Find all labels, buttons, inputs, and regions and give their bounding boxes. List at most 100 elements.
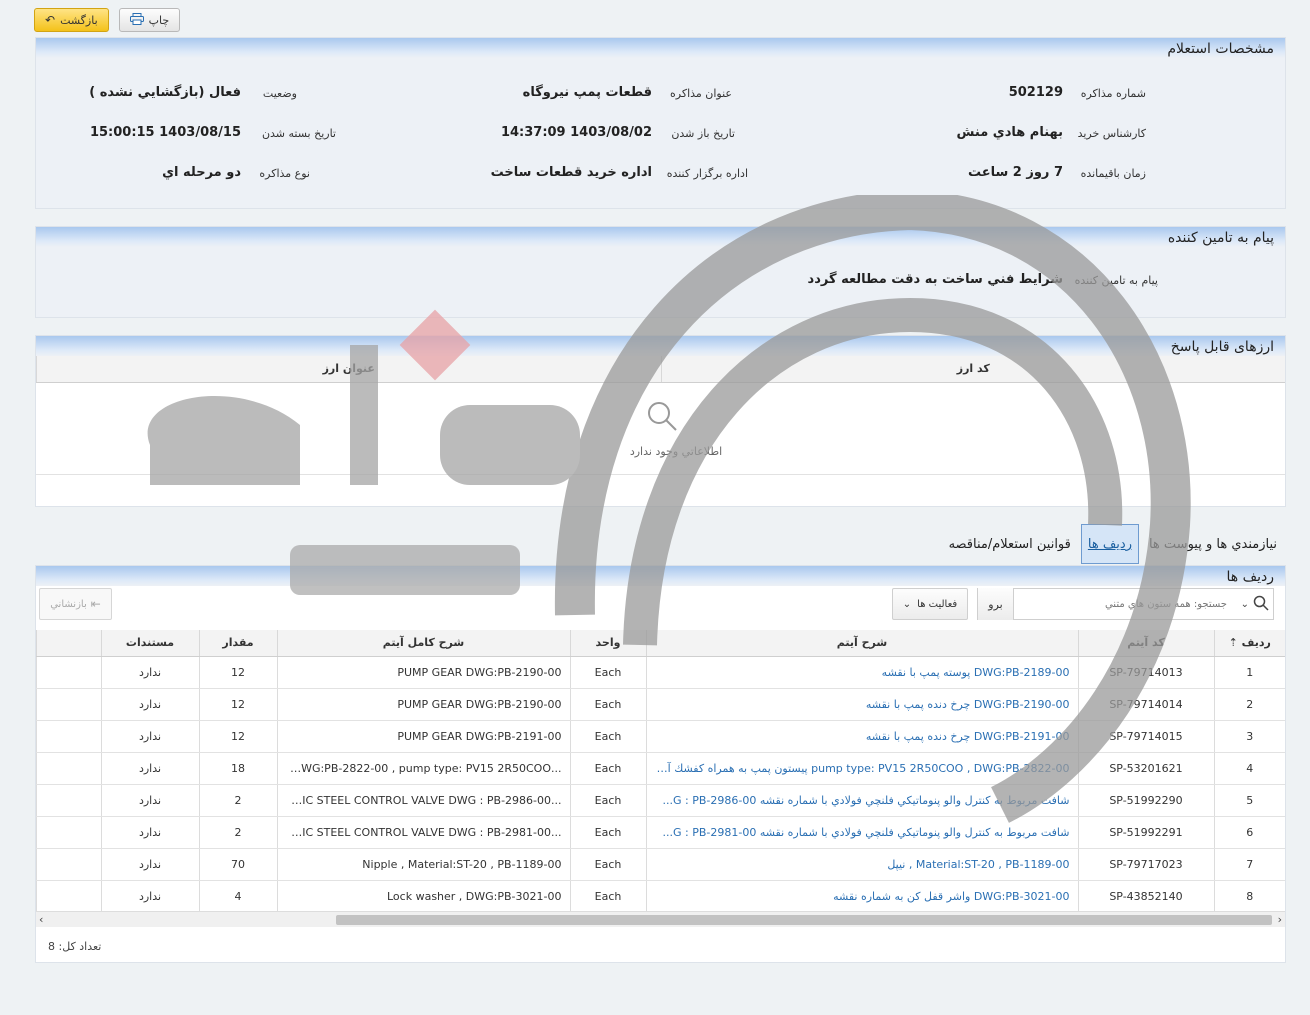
back-arrow-icon: ↶ (45, 13, 56, 27)
cell-blank (36, 784, 101, 817)
search-input[interactable] (1014, 590, 1233, 618)
cell-docs: ندارد (100, 880, 199, 913)
cell-full-desc: Nipple , Material:ST-20 , PB-1189-00 (276, 848, 570, 881)
inquiry-number-value: 502129 (1008, 85, 1063, 100)
cell-docs: ندارد (100, 848, 199, 881)
cell-item-code: SP-79714013 (1077, 656, 1214, 689)
cell-unit: Each (569, 752, 646, 785)
table-row[interactable]: 3 SP-79714015 DWG:PB-2191-00 چرخ دنده پمپ … (36, 720, 1285, 753)
table-row[interactable]: 4 SP-53201621 pump type: PV15 2R50COO , DW… (36, 752, 1285, 785)
currencies-table: کد ارز عنوان ارز (36, 356, 1285, 383)
scroll-right-icon[interactable]: › (1278, 912, 1282, 928)
cell-row: 7 (1213, 848, 1285, 881)
buyer-value: بهنام هادي منش (956, 125, 1063, 140)
tab-rules[interactable]: قوانین استعلام/مناقصه (947, 537, 1073, 552)
tab-requirements[interactable]: نیازمندي ها و پیوست ها (1147, 537, 1279, 552)
print-button-label: چاپ (148, 13, 170, 27)
cell-qty: 12 (198, 720, 277, 753)
cell-qty: 18 (198, 752, 277, 785)
cell-blank (36, 688, 101, 721)
cell-item-code: SP-51992291 (1077, 816, 1214, 849)
inquiry-status-label: وضعیت (262, 87, 297, 100)
print-button[interactable]: چاپ (118, 8, 181, 32)
col-row[interactable]: رديف ⇡ (1213, 630, 1285, 657)
cell-blank (36, 816, 101, 849)
cell-qty: 12 (198, 656, 277, 689)
go-button-label: برو (988, 597, 1003, 611)
cell-unit: Each (569, 816, 646, 849)
cell-item-desc[interactable]: Material:ST-20 , PB-1189-00 , نیپل (645, 848, 1078, 881)
search-chevron-down-icon[interactable]: ⌄ (1233, 599, 1249, 610)
cell-row: 3 (1213, 720, 1285, 753)
cell-docs: ندارد (100, 784, 199, 817)
cell-item-desc[interactable]: DWG:PB-2190-00 چرخ دنده پمپ با نقشه (645, 688, 1078, 721)
actions-menu-label: فعالیت ها (917, 598, 958, 610)
cell-item-code: SP-79714015 (1077, 720, 1214, 753)
cell-item-desc[interactable]: شافت مربوط به کنترل والو پنوماتيکي فلنچي… (645, 816, 1078, 849)
cell-item-desc[interactable]: pump type: PV15 2R50COO , DWG:PB-2822-00… (645, 752, 1078, 785)
cell-docs: ندارد (100, 720, 199, 753)
tab-rows[interactable]: رديف ها (1080, 524, 1139, 564)
cell-item-desc[interactable]: DWG:PB-2191-00 چرخ دنده پمپ با نقشه (645, 720, 1078, 753)
close-date-label: تاریخ بسته شدن (261, 127, 336, 140)
supplier-message-value: شرايط فني ساخت به دقت مطالعه گردد (807, 272, 1063, 287)
search-icon[interactable] (1249, 595, 1273, 614)
col-currency-code[interactable]: کد ارز (660, 356, 1285, 383)
cell-qty: 12 (198, 688, 277, 721)
col-docs[interactable]: مستندات (100, 630, 199, 657)
printer-icon (129, 13, 144, 27)
cell-unit: Each (569, 688, 646, 721)
col-full-desc[interactable]: شرح کامل آیتم (276, 630, 570, 657)
scroll-left-icon[interactable]: ‹ (39, 912, 43, 928)
horizontal-scrollbar[interactable]: ‹ › (36, 911, 1285, 927)
col-qty[interactable]: مقدار (198, 630, 277, 657)
cell-docs: ندارد (100, 688, 199, 721)
col-unit[interactable]: واحد (569, 630, 646, 657)
table-row[interactable]: 8 SP-43852140 DWG:PB-3021-00 واشر قفل کن ب… (36, 880, 1285, 913)
cell-item-desc[interactable]: DWG:PB-3021-00 واشر قفل کن به شماره نقشه (645, 880, 1078, 913)
cell-item-desc[interactable]: شافت مربوط به کنترل والو پنوماتيکي فلنچي… (645, 784, 1078, 817)
col-item-desc[interactable]: شرح آیتم (645, 630, 1078, 657)
rows-panel: رديف ها ⌄ برو فعالیت ها ⌄ ⇤ بازنشاني (35, 565, 1286, 963)
cell-item-code: SP-79717023 (1077, 848, 1214, 881)
cell-full-desc: PUMP GEAR DWG:PB-2190-00 (276, 688, 570, 721)
inquiry-details-panel: مشخصات استعلام شماره مذاکره 502129 عنوان… (35, 37, 1286, 209)
reset-icon: ⇤ (90, 597, 101, 611)
reset-button[interactable]: ⇤ بازنشاني (39, 588, 112, 620)
cell-full-desc: ...UMATIC STEEL CONTROL VALVE DWG : PB-2… (276, 784, 570, 817)
cell-docs: ندارد (100, 656, 199, 689)
cell-full-desc: Lock washer , DWG:PB-3021-00 (276, 880, 570, 913)
inquiry-details-title: مشخصات استعلام (36, 38, 1285, 58)
open-date-label: تاریخ باز شدن (671, 127, 735, 140)
col-currency-title[interactable]: عنوان ارز (36, 356, 661, 383)
organizer-label: اداره برگزار کننده (666, 167, 748, 180)
cell-row: 4 (1213, 752, 1285, 785)
cell-row: 1 (1213, 656, 1285, 689)
cell-full-desc: PUMP GEAR DWG:PB-2191-00 (276, 720, 570, 753)
currencies-empty: اطلاعاتي وجود ندارد (36, 383, 1285, 475)
go-button[interactable]: برو (978, 588, 1014, 620)
empty-message: اطلاعاتي وجود ندارد (629, 444, 723, 458)
table-row[interactable]: 6 SP-51992291 شافت مربوط به کنترل والو پنو… (36, 816, 1285, 849)
cell-item-code: SP-51992290 (1077, 784, 1214, 817)
back-button-label: بازگشت (60, 13, 98, 27)
magnifier-icon (645, 399, 679, 436)
chevron-down-icon: ⌄ (902, 598, 912, 610)
scrollbar-thumb[interactable] (336, 915, 1272, 925)
cell-row: 8 (1213, 880, 1285, 913)
table-row[interactable]: 1 SP-79714013 DWG:PB-2189-00 پوسته پمپ با … (36, 656, 1285, 689)
cell-docs: ندارد (100, 816, 199, 849)
col-blank (36, 630, 101, 657)
inquiry-subject-label: عنوان مذاکره (670, 87, 732, 100)
col-item-code[interactable]: کد آیتم (1077, 630, 1214, 657)
cell-row: 2 (1213, 688, 1285, 721)
actions-menu-button[interactable]: فعالیت ها ⌄ (892, 588, 968, 620)
table-row[interactable]: 2 SP-79714014 DWG:PB-2190-00 چرخ دنده پمپ … (36, 688, 1285, 721)
back-button[interactable]: ↶ بازگشت (34, 8, 109, 32)
table-row[interactable]: 5 SP-51992290 شافت مربوط به کنترل والو پنو… (36, 784, 1285, 817)
cell-item-desc[interactable]: DWG:PB-2189-00 پوسته پمپ با نقشه (645, 656, 1078, 689)
reset-button-label: بازنشاني (50, 598, 87, 610)
supplier-message-panel: پیام به تامین کننده پیام به تامین کننده … (35, 226, 1286, 318)
cell-item-code: SP-53201621 (1077, 752, 1214, 785)
table-row[interactable]: 7 SP-79717023 Material:ST-20 , PB-1189-00 … (36, 848, 1285, 881)
